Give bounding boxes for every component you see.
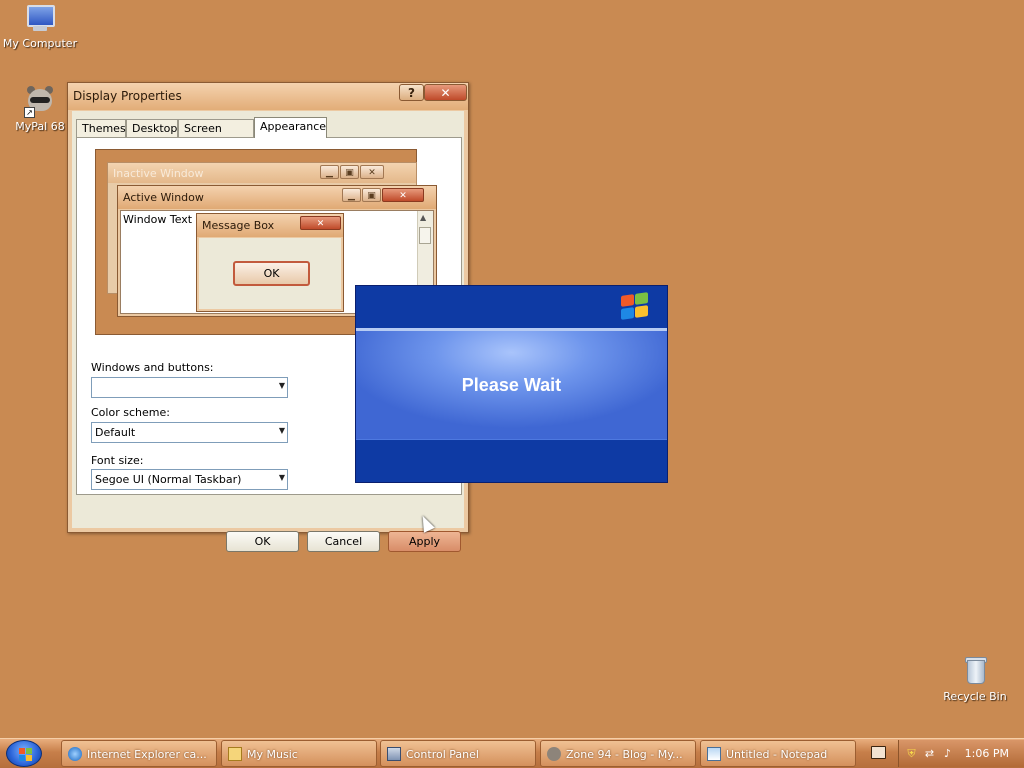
windows-buttons-select[interactable]: ▼ [91, 377, 288, 398]
title-bar[interactable]: Display Properties ? ✕ [68, 83, 468, 110]
font-size-value: Segoe UI (Normal Taskbar) [95, 473, 242, 486]
my-computer-icon[interactable]: My Computer [0, 3, 80, 50]
raccoon-icon: ↗ [24, 86, 56, 118]
taskbar-item-label: Control Panel [406, 748, 479, 761]
control-panel-icon [387, 747, 401, 761]
desktop-icon-label: Recycle Bin [943, 690, 1007, 703]
computer-icon [24, 3, 56, 35]
preview-close-icon: ✕ [382, 188, 424, 202]
taskbar-item-label: Zone 94 - Blog - My... [566, 748, 683, 761]
ok-button[interactable]: OK [226, 531, 299, 552]
volume-icon[interactable]: ♪ [941, 747, 954, 760]
please-wait-text: Please Wait [461, 375, 562, 395]
window-title: Display Properties [73, 89, 182, 103]
preview-maximize-icon: ▣ [340, 165, 359, 179]
preview-close-icon: ✕ [360, 165, 384, 179]
preview-message-box-title: Message Box [202, 219, 275, 232]
help-button[interactable]: ? [399, 84, 424, 101]
taskbar-item-control-panel[interactable]: Control Panel [380, 740, 536, 767]
taskbar: Internet Explorer ca... My Music Control… [0, 738, 1024, 768]
font-size-select[interactable]: Segoe UI (Normal Taskbar) ▼ [91, 469, 288, 490]
chevron-down-icon: ▼ [278, 426, 285, 435]
preview-minimize-icon: ▁ [320, 165, 339, 179]
preview-window-text: Window Text [123, 213, 193, 226]
taskbar-item-internet-explorer[interactable]: Internet Explorer ca... [61, 740, 217, 767]
preview-inactive-title: Inactive Window [113, 167, 204, 180]
folder-music-icon [228, 747, 242, 761]
taskbar-item-my-music[interactable]: My Music [221, 740, 377, 767]
tab-screen-saver[interactable]: Screen Saver [178, 119, 254, 153]
ie-icon [68, 747, 82, 761]
recycle-bin[interactable]: Recycle Bin [935, 656, 1015, 703]
preview-maximize-icon: ▣ [362, 188, 381, 202]
preview-message-box: Message Box ✕ OK [196, 213, 344, 312]
taskbar-item-notepad[interactable]: Untitled - Notepad [700, 740, 856, 767]
preview-minimize-icon: ▁ [342, 188, 361, 202]
shortcut-arrow-icon: ↗ [24, 107, 35, 118]
please-wait-dialog: Please Wait [355, 285, 668, 483]
apply-button[interactable]: Apply [388, 531, 461, 552]
cancel-button[interactable]: Cancel [307, 531, 380, 552]
notepad-icon [707, 747, 721, 761]
preview-active-title: Active Window [123, 191, 204, 204]
network-icon[interactable]: ⇄ [923, 747, 936, 760]
desktop-icon-label: My Computer [2, 37, 78, 50]
clock[interactable]: 1:06 PM [965, 747, 1009, 760]
taskbar-item-label: My Music [247, 748, 298, 761]
windows-logo-icon [619, 292, 651, 321]
windows-buttons-label: Windows and buttons: [91, 361, 214, 374]
start-button[interactable] [6, 740, 42, 767]
color-scheme-select[interactable]: Default ▼ [91, 422, 288, 443]
preview-close-icon: ✕ [300, 216, 341, 230]
keyboard-icon[interactable] [871, 746, 886, 759]
system-tray: ⛨ ⇄ ♪ 1:06 PM [898, 740, 1024, 767]
taskbar-item-zone-94-blog[interactable]: Zone 94 - Blog - My... [540, 740, 696, 767]
raccoon-icon [547, 747, 561, 761]
font-size-label: Font size: [91, 454, 144, 467]
tab-appearance[interactable]: Appearance [254, 117, 327, 138]
chevron-down-icon: ▼ [278, 473, 285, 482]
preview-ok-button: OK [233, 261, 310, 286]
color-scheme-value: Default [95, 426, 136, 439]
recycle-bin-icon [959, 656, 991, 688]
tab-desktop[interactable]: Desktop [126, 119, 178, 137]
close-button[interactable]: ✕ [424, 84, 467, 101]
scroll-up-icon: ▲ [420, 213, 427, 222]
color-scheme-label: Color scheme: [91, 406, 170, 419]
taskbar-item-label: Untitled - Notepad [726, 748, 828, 761]
chevron-down-icon: ▼ [278, 381, 285, 390]
tab-themes[interactable]: Themes [76, 119, 126, 137]
security-shield-icon[interactable]: ⛨ [905, 747, 918, 760]
taskbar-item-label: Internet Explorer ca... [87, 748, 207, 761]
